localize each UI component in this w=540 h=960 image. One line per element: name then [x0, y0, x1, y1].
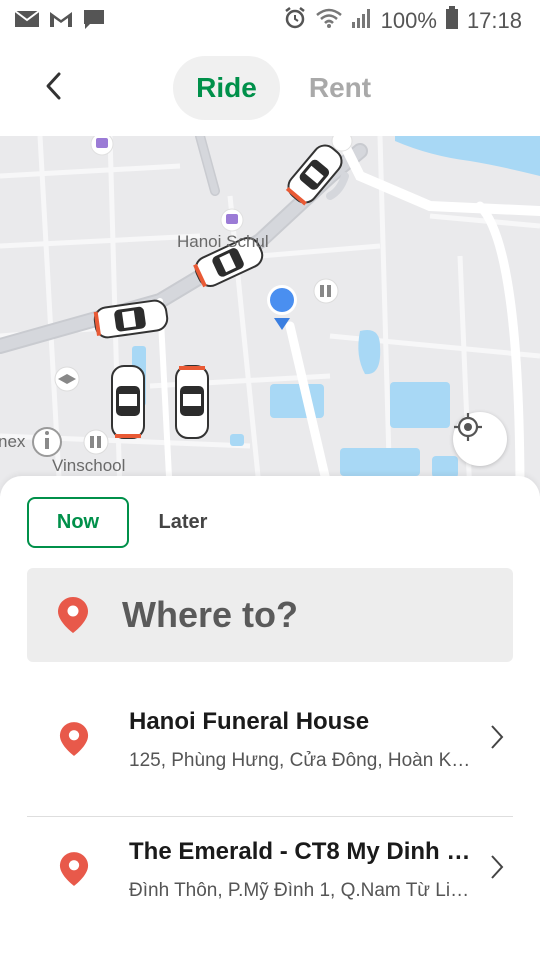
signal-icon — [351, 7, 373, 35]
map-label-vinschool: Vinschool — [52, 456, 126, 475]
tab-rent[interactable]: Rent — [290, 56, 390, 120]
back-button[interactable] — [30, 64, 78, 112]
map-label-school: Hanoi Schul — [177, 232, 269, 251]
search-placeholder: Where to? — [122, 594, 298, 635]
chat-icon — [82, 8, 106, 35]
clock: 17:18 — [466, 8, 522, 33]
back-arrow-icon — [44, 71, 64, 106]
location-pin-icon — [59, 721, 89, 762]
chevron-right-icon — [489, 724, 505, 755]
chevron-right-icon — [489, 854, 505, 885]
mail-icon — [14, 9, 40, 34]
alarm-icon — [283, 6, 307, 36]
now-button[interactable]: Now — [27, 497, 129, 548]
status-bar: 100% 17:18 — [0, 0, 540, 42]
notification-icons — [14, 8, 106, 35]
tab-ride[interactable]: Ride — [173, 56, 280, 120]
booking-sheet: Now Later Where to? Hanoi Funeral House … — [0, 476, 540, 960]
location-pin-icon — [57, 596, 89, 639]
place-address: 125, Phùng Hưng, Cửa Đông, Hoàn Kiếm — [129, 750, 474, 771]
place-address: Đình Thôn, P.Mỹ Đình 1, Q.Nam Từ Liêm — [129, 880, 474, 901]
gmail-icon — [48, 9, 74, 34]
later-button[interactable]: Later — [140, 497, 226, 548]
battery-percent: 100% — [380, 8, 437, 33]
map-view[interactable]: Hanoi Schul Vinschool nex — [0, 136, 540, 496]
destination-search[interactable]: Where to? — [27, 568, 513, 662]
place-title: Hanoi Funeral House — [129, 708, 370, 735]
header: Ride Rent — [0, 42, 540, 136]
location-pin-icon — [59, 851, 89, 892]
place-title: The Emerald - CT8 My Dinh Sông Đà — [129, 838, 474, 865]
battery-icon — [445, 6, 459, 36]
map-label-edge: nex — [0, 432, 26, 451]
locate-me-button[interactable] — [453, 412, 507, 466]
recent-place-item[interactable]: The Emerald - CT8 My Dinh Sông Đà Đình T… — [27, 806, 513, 934]
wifi-icon — [315, 7, 343, 35]
recent-place-item[interactable]: Hanoi Funeral House 125, Phùng Hưng, Cửa… — [27, 676, 513, 804]
system-status: 100% 17:18 — [283, 6, 522, 36]
